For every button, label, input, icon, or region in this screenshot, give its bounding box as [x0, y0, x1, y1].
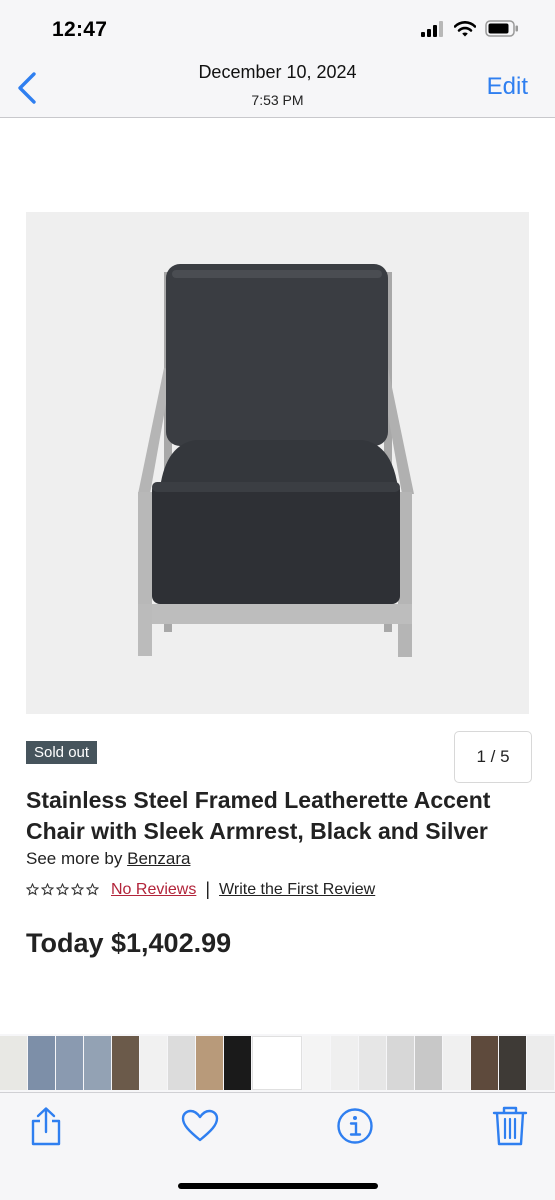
product-image[interactable]: 1 / 5	[26, 212, 532, 783]
nav-time-subtitle: 7:53 PM	[251, 92, 304, 108]
product-price: Today $1,402.99	[26, 928, 232, 958]
cellular-signal-icon	[421, 20, 443, 37]
favorite-button[interactable]	[180, 1105, 220, 1147]
thumbnail[interactable]	[471, 1036, 498, 1090]
screenshot-content: 1 / 5 Sold out Stainless Steel Framed Le…	[0, 119, 555, 1034]
status-icons	[421, 20, 519, 37]
status-bar: 12:47	[0, 0, 555, 56]
see-more-line: See more by Benzara	[26, 849, 190, 869]
nav-date-title: December 10, 2024	[198, 62, 357, 82]
info-button[interactable]	[335, 1105, 375, 1147]
star-outline-icon	[71, 883, 84, 896]
thumbnail[interactable]	[140, 1036, 167, 1090]
thumbnail[interactable]	[28, 1036, 55, 1090]
brand-link[interactable]: Benzara	[127, 849, 190, 868]
thumbnail[interactable]	[303, 1036, 330, 1090]
thumbnail[interactable]	[56, 1036, 83, 1090]
star-outline-icon	[41, 883, 54, 896]
accent-chair-image	[138, 264, 414, 657]
no-reviews-link[interactable]: No Reviews	[111, 881, 196, 899]
thumbnail-strip[interactable]	[0, 1034, 555, 1092]
thumbnail[interactable]	[196, 1036, 223, 1090]
edit-button[interactable]: Edit	[487, 73, 528, 101]
wifi-icon	[454, 20, 476, 36]
trash-icon	[492, 1106, 528, 1146]
thumbnail-selected[interactable]	[252, 1036, 302, 1090]
thumbnail[interactable]	[415, 1036, 442, 1090]
thumbnail[interactable]	[387, 1036, 414, 1090]
heart-icon	[181, 1109, 219, 1142]
nav-bar: December 10, 2024 7:53 PM Edit	[0, 56, 555, 118]
thumbnail[interactable]	[112, 1036, 139, 1090]
share-icon	[31, 1107, 61, 1146]
write-review-link[interactable]: Write the First Review	[219, 881, 375, 899]
thumbnail[interactable]	[168, 1036, 195, 1090]
thumbnail[interactable]	[84, 1036, 111, 1090]
rating-stars	[26, 883, 99, 896]
home-indicator	[178, 1183, 378, 1189]
battery-icon	[485, 20, 518, 37]
star-outline-icon	[26, 883, 39, 896]
thumbnail[interactable]	[224, 1036, 251, 1090]
image-counter[interactable]: 1 / 5	[454, 731, 532, 783]
thumbnail[interactable]	[527, 1036, 554, 1090]
bottom-toolbar	[0, 1092, 555, 1200]
share-button[interactable]	[26, 1105, 66, 1147]
sold-out-badge: Sold out	[26, 741, 98, 764]
status-time: 12:47	[52, 18, 108, 41]
product-title: Stainless Steel Framed Leatherette Accen…	[26, 787, 491, 844]
delete-button[interactable]	[490, 1105, 530, 1147]
thumbnail[interactable]	[331, 1036, 358, 1090]
thumbnail[interactable]	[0, 1036, 27, 1090]
thumbnail[interactable]	[359, 1036, 386, 1090]
see-more-prefix: See more by	[26, 849, 123, 868]
info-icon	[337, 1108, 373, 1144]
star-outline-icon	[56, 883, 69, 896]
separator-bar: |	[205, 879, 211, 899]
thumbnail[interactable]	[443, 1036, 470, 1090]
star-outline-icon	[86, 883, 99, 896]
reviews-row: No Reviews | Write the First Review	[26, 879, 375, 900]
thumbnail[interactable]	[499, 1036, 526, 1090]
